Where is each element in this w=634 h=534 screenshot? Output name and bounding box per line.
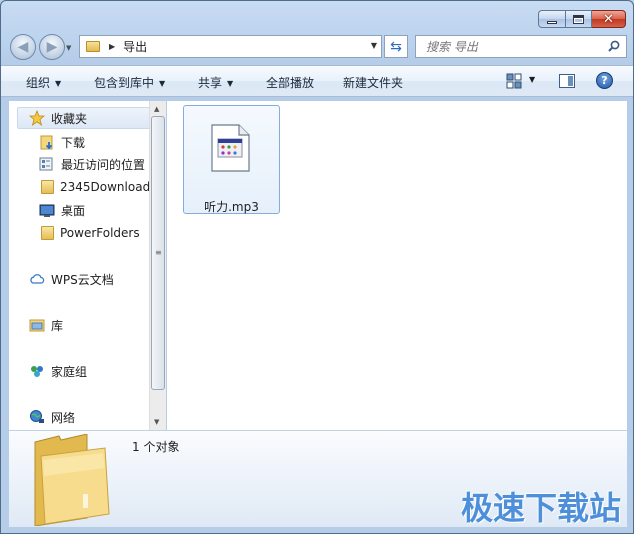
forward-arrow-icon: ▶ bbox=[46, 39, 58, 55]
share-label: 共享 bbox=[198, 76, 223, 90]
nav-item-label: 2345Downloads bbox=[60, 180, 157, 194]
scroll-thumb[interactable]: ≡ bbox=[151, 116, 165, 390]
nav-item-recent-places[interactable]: 最近访问的位置 bbox=[39, 154, 145, 174]
breadcrumb-separator-icon[interactable]: ▶ bbox=[109, 42, 115, 51]
nav-item-2345downloads[interactable]: 2345Downloads bbox=[39, 177, 156, 197]
close-icon: ✕ bbox=[603, 11, 614, 27]
preview-pane-icon[interactable] bbox=[559, 74, 575, 88]
nav-item-label: 下载 bbox=[61, 135, 86, 150]
nav-item-libraries[interactable]: 库 bbox=[29, 315, 63, 335]
organize-label: 组织 bbox=[26, 76, 51, 90]
nav-item-downloads[interactable]: 下载 bbox=[39, 132, 85, 152]
command-bar: 组织 ▼ 包含到库中 ▼ 共享 ▼ 全部播放 新建文件夹 ▼ ? bbox=[1, 65, 633, 97]
desktop-icon bbox=[39, 202, 55, 218]
nav-item-homegroup[interactable]: 家庭组 bbox=[29, 361, 87, 381]
scroll-down-icon[interactable]: ▼ bbox=[154, 418, 159, 426]
network-icon bbox=[29, 409, 45, 425]
minimize-icon bbox=[547, 20, 557, 24]
folder-icon bbox=[86, 41, 100, 52]
recent-places-icon bbox=[39, 156, 55, 172]
explorer-window: ✕ ◀ ▶ ▼ ▶ 导出 ▼ ⇆ 组织 ▼ 包含到库中 ▼ 共享 ▼ 全部播放 新建文… bbox=[0, 0, 634, 534]
include-in-library-button[interactable]: 包含到库中 ▼ bbox=[94, 74, 165, 91]
nav-item-label: 库 bbox=[51, 318, 64, 333]
chevron-down-icon: ▼ bbox=[227, 79, 234, 88]
search-icon[interactable] bbox=[608, 40, 620, 52]
details-pane: 1 个对象 极速下载站 bbox=[9, 430, 627, 527]
folder-icon bbox=[34, 434, 110, 526]
address-dropdown-icon[interactable]: ▼ bbox=[371, 41, 377, 50]
item-count: 1 个对象 bbox=[132, 440, 180, 454]
chevron-down-icon: ▼ bbox=[55, 79, 62, 88]
watermark-text: 极速下载站 bbox=[461, 489, 622, 527]
nav-item-wps-cloud[interactable]: WPS云文档 bbox=[29, 269, 114, 289]
minimize-button[interactable] bbox=[538, 10, 566, 28]
homegroup-icon bbox=[29, 363, 45, 379]
new-folder-label: 新建文件夹 bbox=[343, 76, 404, 90]
downloads-folder-icon bbox=[39, 134, 55, 150]
star-icon bbox=[28, 109, 46, 126]
caption-buttons: ✕ bbox=[538, 10, 626, 28]
navigation-pane: 收藏夹 下载 最近访问的位置 2345Downloads 桌面 PowerFol… bbox=[9, 101, 166, 430]
help-icon[interactable]: ? bbox=[596, 72, 613, 89]
nav-item-network[interactable]: 网络 bbox=[29, 407, 75, 427]
nav-item-label: WPS云文档 bbox=[51, 272, 114, 287]
refresh-icon: ⇆ bbox=[390, 38, 402, 55]
nav-item-desktop[interactable]: 桌面 bbox=[39, 200, 85, 220]
nav-item-label: PowerFolders bbox=[60, 226, 140, 240]
refresh-button[interactable]: ⇆ bbox=[384, 35, 408, 58]
breadcrumb-current[interactable]: 导出 bbox=[123, 38, 147, 55]
nav-item-label: 家庭组 bbox=[51, 364, 88, 379]
address-bar[interactable]: ▶ 导出 ▼ bbox=[79, 35, 382, 58]
forward-button[interactable]: ▶ bbox=[39, 34, 65, 60]
view-dropdown-icon[interactable]: ▼ bbox=[529, 75, 535, 84]
audio-file-icon bbox=[211, 124, 250, 172]
maximize-icon bbox=[573, 14, 584, 24]
new-folder-button[interactable]: 新建文件夹 bbox=[343, 74, 403, 91]
nav-item-label: 桌面 bbox=[61, 203, 86, 218]
nav-item-label: 收藏夹 bbox=[51, 111, 88, 126]
nav-item-label: 网络 bbox=[51, 410, 76, 425]
play-all-button[interactable]: 全部播放 bbox=[266, 74, 314, 91]
folder-icon bbox=[41, 180, 54, 194]
file-name[interactable]: 听力.mp3 bbox=[184, 198, 279, 215]
navigation-scrollbar[interactable]: ▲ ≡ ▼ bbox=[149, 101, 166, 430]
navigation-buttons: ◀ ▶ ▼ bbox=[10, 33, 71, 61]
share-button[interactable]: 共享 ▼ bbox=[198, 74, 233, 91]
recent-pages-dropdown-icon[interactable]: ▼ bbox=[66, 44, 71, 52]
search-box[interactable] bbox=[415, 35, 627, 58]
maximize-button[interactable] bbox=[566, 10, 592, 28]
organize-button[interactable]: 组织 ▼ bbox=[26, 74, 61, 91]
change-view-icon[interactable] bbox=[506, 73, 522, 89]
file-item[interactable]: 听力.mp3 bbox=[183, 105, 280, 214]
nav-item-favorites[interactable]: 收藏夹 bbox=[28, 108, 88, 128]
play-all-label: 全部播放 bbox=[266, 76, 315, 90]
close-button[interactable]: ✕ bbox=[592, 10, 626, 28]
back-arrow-icon: ◀ bbox=[17, 39, 29, 55]
folder-icon bbox=[41, 226, 54, 240]
nav-item-powerfolders[interactable]: PowerFolders bbox=[39, 223, 140, 243]
back-button[interactable]: ◀ bbox=[10, 34, 36, 60]
file-list-area[interactable]: 听力.mp3 bbox=[167, 101, 627, 430]
include-in-library-label: 包含到库中 bbox=[94, 76, 155, 90]
search-input[interactable] bbox=[426, 39, 586, 54]
cloud-icon bbox=[29, 271, 45, 287]
nav-item-label: 最近访问的位置 bbox=[61, 157, 146, 172]
chevron-down-icon: ▼ bbox=[159, 79, 166, 88]
scroll-grip-icon: ≡ bbox=[155, 248, 162, 257]
library-icon bbox=[29, 317, 45, 333]
scroll-up-icon[interactable]: ▲ bbox=[154, 105, 159, 113]
